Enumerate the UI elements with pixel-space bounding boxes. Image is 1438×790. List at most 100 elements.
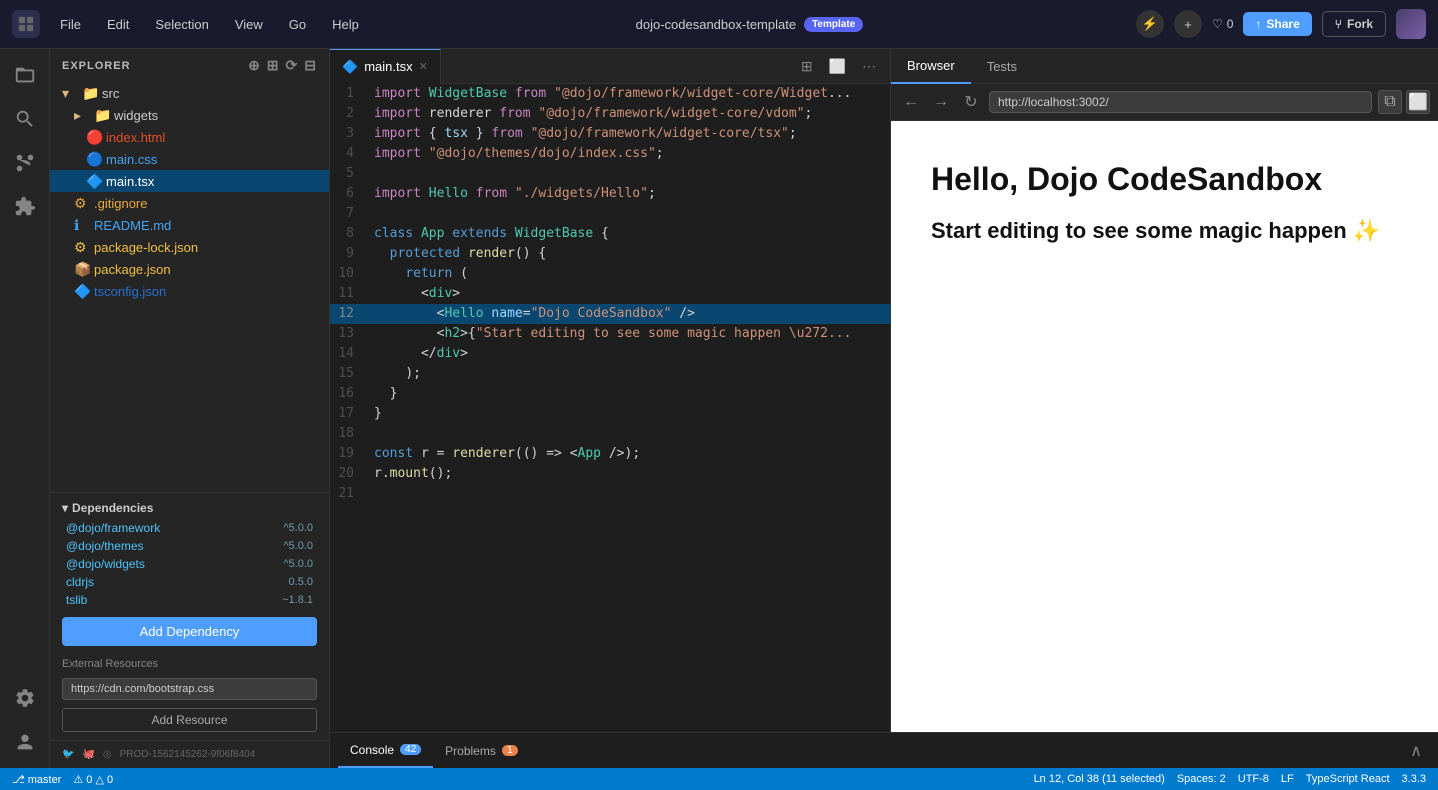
dep-dojo-themes[interactable]: @dojo/themes ^5.0.0 [50, 537, 329, 555]
status-language[interactable]: TypeScript React [1306, 773, 1390, 785]
user-avatar[interactable] [1396, 9, 1426, 39]
package-icon: 📦 [74, 261, 90, 277]
dep-tslib[interactable]: tslib ~1.8.1 [50, 591, 329, 609]
status-position[interactable]: Ln 12, Col 38 (11 selected) [1034, 773, 1165, 785]
browser-heading: Hello, Dojo CodeSandbox [931, 161, 1398, 198]
editor-browser-area: 🔷 main.tsx ✕ ⊞ ⬜ ⋯ 1 import WidgetBase f… [330, 49, 1438, 768]
dep-dojo-framework[interactable]: @dojo/framework ^5.0.0 [50, 519, 329, 537]
tab-browser[interactable]: Browser [891, 49, 971, 84]
new-folder-icon[interactable]: ⊞ [267, 57, 280, 74]
browser-copy-button[interactable]: ⧉ [1378, 90, 1402, 114]
code-line-9: 9 protected render() { [330, 244, 890, 264]
activity-search[interactable] [7, 101, 43, 137]
folder-src-icon: 📁 [82, 85, 98, 101]
collapse-icon[interactable]: ⊟ [304, 57, 317, 74]
dep-dojo-widgets[interactable]: @dojo/widgets ^5.0.0 [50, 555, 329, 573]
menu-view[interactable]: View [231, 15, 267, 34]
status-bar: ⎇ master ⚠ 0 △ 0 Ln 12, Col 38 (11 selec… [0, 768, 1438, 790]
status-line-ending[interactable]: LF [1281, 773, 1294, 785]
add-dependency-button[interactable]: Add Dependency [62, 617, 317, 646]
browser-url-input[interactable] [989, 91, 1372, 113]
browser-forward-button[interactable]: → [929, 90, 953, 114]
activity-account[interactable] [7, 724, 43, 760]
code-line-1: 1 import WidgetBase from "@dojo/framewor… [330, 84, 890, 104]
info-icon[interactable]: ◎ [103, 749, 112, 760]
tree-item-src[interactable]: ▾ 📁 src [50, 82, 329, 104]
status-version[interactable]: 3.3.3 [1402, 773, 1426, 785]
problems-label: Problems [445, 744, 496, 758]
external-resource-input[interactable] [62, 678, 317, 700]
menu-file[interactable]: File [56, 15, 85, 34]
activity-extensions[interactable] [7, 189, 43, 225]
activity-source-control[interactable] [7, 145, 43, 181]
tab-console[interactable]: Console 42 [338, 733, 433, 768]
template-badge: Template [804, 17, 863, 32]
status-git-branch[interactable]: ⎇ master [12, 773, 61, 786]
activity-files[interactable] [7, 57, 43, 93]
tab-tests[interactable]: Tests [971, 49, 1033, 84]
tree-item-index-html[interactable]: 🔴 index.html [50, 126, 329, 148]
github-icon[interactable]: 🐙 [82, 749, 94, 760]
twitter-icon[interactable]: 🐦 [62, 749, 74, 760]
tree-item-main-tsx[interactable]: 🔷 main.tsx [50, 170, 329, 192]
code-line-18: 18 [330, 424, 890, 444]
code-line-12: 12 <Hello name="Dojo CodeSandbox" /> [330, 304, 890, 324]
code-line-17: 17 } [330, 404, 890, 424]
dep-version: 0.5.0 [289, 576, 313, 588]
browser-refresh-button[interactable]: ↻ [959, 90, 983, 114]
prod-id: PROD-1562145262-9f06f8404 [120, 749, 256, 760]
status-encoding[interactable]: UTF-8 [1238, 773, 1269, 785]
git-icon: ⚙ [74, 195, 90, 211]
top-bar: File Edit Selection View Go Help dojo-co… [0, 0, 1438, 49]
tab-problems[interactable]: Problems 1 [433, 733, 530, 768]
code-line-3: 3 import { tsx } from "@dojo/framework/w… [330, 124, 890, 144]
tree-item-gitignore[interactable]: ⚙ .gitignore [50, 192, 329, 214]
tree-item-tsconfig[interactable]: 🔷 tsconfig.json [50, 280, 329, 302]
code-line-13: 13 <h2>{"Start editing to see some magic… [330, 324, 890, 344]
tree-item-package-json[interactable]: 📦 package.json [50, 258, 329, 280]
activity-settings[interactable] [7, 680, 43, 716]
code-editor[interactable]: 1 import WidgetBase from "@dojo/framewor… [330, 84, 890, 732]
dependencies-header[interactable]: ▾ Dependencies [50, 497, 329, 519]
codesandbox-icon[interactable]: ⚡ [1136, 10, 1164, 38]
menu-help[interactable]: Help [328, 15, 363, 34]
bottom-panel-close-button[interactable]: ∧ [1402, 741, 1430, 761]
tsx-icon: 🔷 [86, 173, 102, 189]
dep-cldrjs[interactable]: cldrjs 0.5.0 [50, 573, 329, 591]
status-errors[interactable]: ⚠ 0 △ 0 [73, 773, 113, 786]
tree-item-widgets[interactable]: ▸ 📁 widgets [50, 104, 329, 126]
folder-widgets-icon: 📁 [94, 107, 110, 123]
new-file-icon[interactable]: ⊕ [248, 57, 261, 74]
menu-selection[interactable]: Selection [151, 15, 212, 34]
browser-expand-button[interactable]: ⬜ [1406, 90, 1430, 114]
fork-button[interactable]: ⑂ Fork [1322, 11, 1386, 37]
split-editor-icon[interactable]: ⊞ [797, 54, 817, 79]
src-folder-label: src [102, 86, 119, 101]
editor-tab-main-tsx[interactable]: 🔷 main.tsx ✕ [330, 49, 441, 84]
code-line-4: 4 import "@dojo/themes/dojo/index.css"; [330, 144, 890, 164]
code-line-21: 21 [330, 484, 890, 504]
tree-item-package-lock[interactable]: ⚙ package-lock.json [50, 236, 329, 258]
editor-tabs: 🔷 main.tsx ✕ ⊞ ⬜ ⋯ [330, 49, 890, 84]
menu-edit[interactable]: Edit [103, 15, 133, 34]
status-spaces[interactable]: Spaces: 2 [1177, 773, 1226, 785]
menu-go[interactable]: Go [285, 15, 310, 34]
like-button[interactable]: ♡ 0 [1212, 17, 1233, 31]
add-resource-button[interactable]: Add Resource [62, 708, 317, 732]
tree-item-readme[interactable]: ℹ README.md [50, 214, 329, 236]
add-icon[interactable]: + [1174, 10, 1202, 38]
more-actions-icon[interactable]: ⋯ [858, 54, 880, 79]
heart-icon: ♡ [1212, 17, 1223, 31]
tab-close-icon[interactable]: ✕ [419, 60, 428, 73]
css-icon: 🔵 [86, 151, 102, 167]
app-logo[interactable] [12, 10, 40, 38]
tree-item-main-css[interactable]: 🔵 main.css [50, 148, 329, 170]
share-button[interactable]: ↑ Share [1243, 12, 1311, 36]
code-line-7: 7 [330, 204, 890, 224]
main-content: Explorer ⊕ ⊞ ⟳ ⊟ ▾ 📁 src ▸ 📁 widgets [0, 49, 1438, 768]
sidebar-footer: 🐦 🐙 ◎ PROD-1562145262-9f06f8404 [50, 740, 329, 768]
browser-back-button[interactable]: ← [899, 90, 923, 114]
expand-icon[interactable]: ⬜ [825, 54, 850, 79]
code-line-2: 2 import renderer from "@dojo/framework/… [330, 104, 890, 124]
refresh-icon[interactable]: ⟳ [286, 57, 299, 74]
